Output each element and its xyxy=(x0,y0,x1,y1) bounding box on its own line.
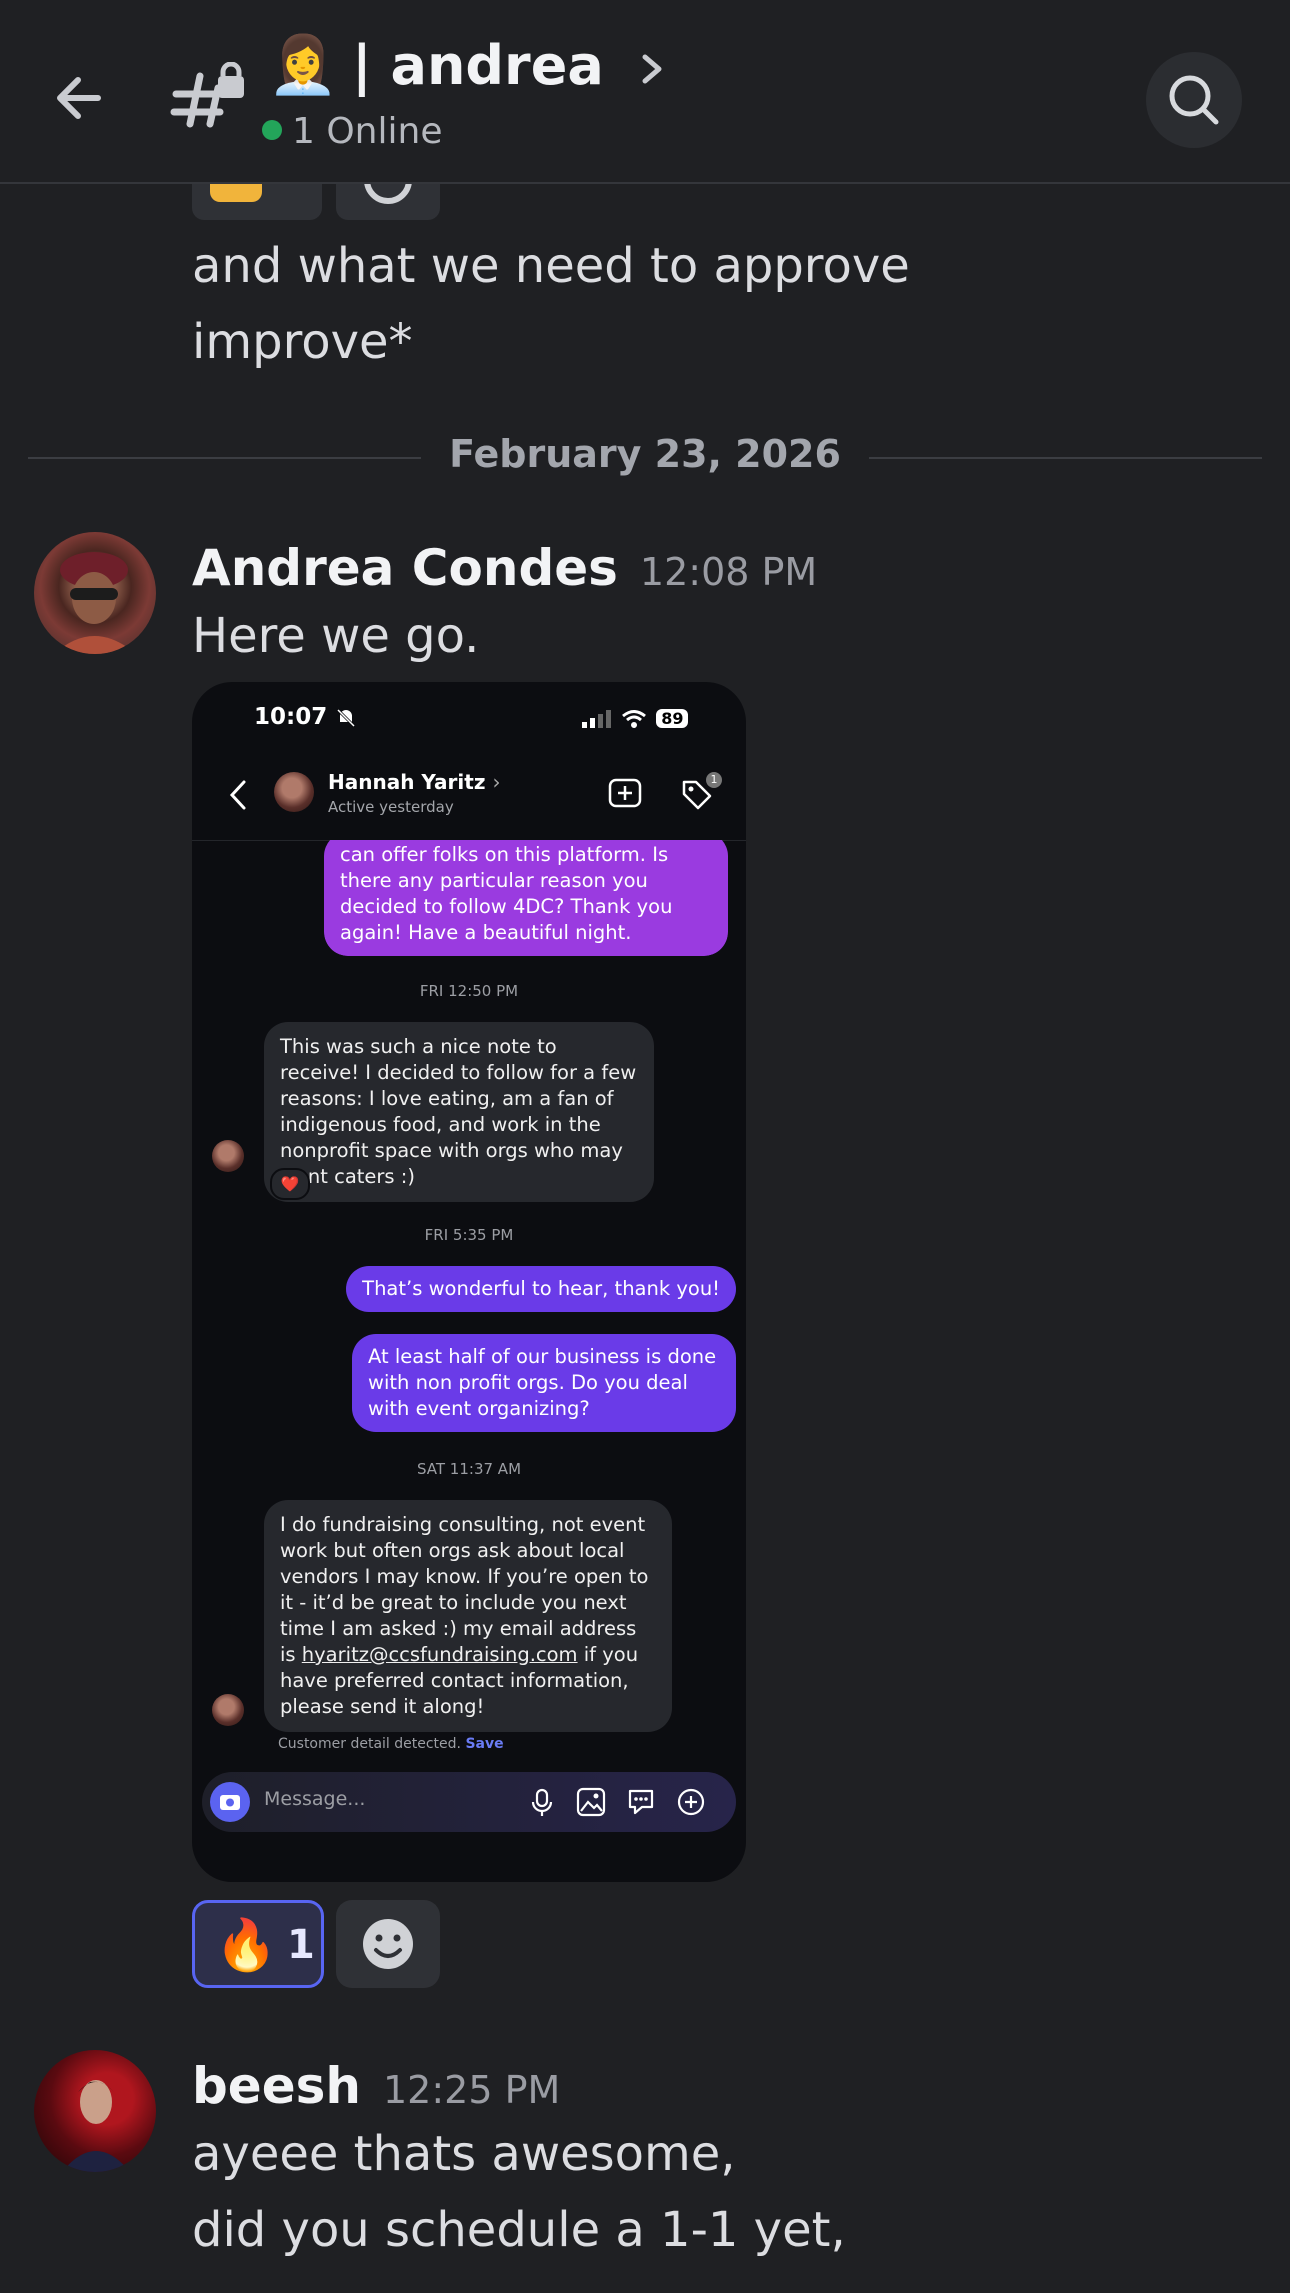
private-channel-hash-lock-icon xyxy=(170,61,250,134)
status-icons: 89 xyxy=(582,708,689,729)
avatar[interactable] xyxy=(34,532,156,654)
author-name[interactable]: beesh xyxy=(192,2057,361,2115)
chat-timestamp: FRI 12:50 PM xyxy=(419,982,519,1000)
reaction-count: 1 xyxy=(287,1922,315,1968)
chat-timestamp: SAT 11:37 AM xyxy=(416,1460,522,1478)
chevron-right-icon: › xyxy=(492,770,501,794)
chevron-right-icon xyxy=(642,54,662,84)
back-chevron-icon[interactable] xyxy=(226,778,250,812)
chat-bubble-outgoing: At least half of our business is done wi… xyxy=(352,1334,736,1432)
contact-avatar-small xyxy=(212,1140,244,1172)
status-time: 10:07 xyxy=(254,704,357,730)
plus-circle-icon[interactable] xyxy=(676,1787,706,1817)
tag-badge: 1 xyxy=(706,772,722,788)
battery-icon: 89 xyxy=(656,709,689,728)
detected-notice: Customer detail detected. Save xyxy=(278,1736,504,1752)
message-line: ayeee thats awesome, xyxy=(192,2126,736,2182)
chat-bubble-outgoing: can offer folks on this platform. Is the… xyxy=(324,840,728,956)
fire-emoji: 🔥 xyxy=(215,1916,278,1974)
channel-header: 👩‍💼 | andrea 1 Online xyxy=(0,0,1290,184)
avatar[interactable] xyxy=(34,2050,156,2172)
message-timestamp: 12:25 PM xyxy=(382,2068,561,2112)
chat-bubble-outgoing: That’s wonderful to hear, thank you! xyxy=(346,1266,736,1312)
message-line: did you schedule a 1-1 yet, xyxy=(192,2202,846,2258)
email-link[interactable]: hyaritz@ccsfundraising.com xyxy=(302,1643,578,1666)
message-composer[interactable]: Message... xyxy=(202,1772,736,1832)
image-attachment[interactable]: 10:07 89 Hannah Yaritz › Active yesterda… xyxy=(192,682,746,1882)
chat-bubble-clip: can offer folks on this platform. Is the… xyxy=(324,840,728,956)
chat-bubble-incoming: This was such a nice note to receive! I … xyxy=(264,1022,654,1202)
microphone-icon[interactable] xyxy=(528,1788,556,1818)
search-icon xyxy=(1169,75,1219,125)
message-timestamp: 12:08 PM xyxy=(639,550,818,594)
reaction-fire[interactable]: 🔥 1 xyxy=(192,1900,324,1988)
add-reaction-button[interactable] xyxy=(336,1900,440,1988)
chat-bubble-incoming: I do fundraising consulting, not event w… xyxy=(264,1500,672,1732)
bell-slash-icon xyxy=(337,708,356,727)
back-arrow-icon[interactable] xyxy=(48,62,120,134)
online-count: 1 Online xyxy=(262,110,442,154)
author-name[interactable]: Andrea Condes xyxy=(192,539,618,597)
date-divider: February 23, 2026 xyxy=(0,432,1290,476)
contact-avatar-small xyxy=(212,1694,244,1726)
channel-emoji: 👩‍💼 xyxy=(268,33,338,98)
sticker-icon[interactable] xyxy=(626,1787,656,1817)
chat-timestamp: FRI 5:35 PM xyxy=(424,1226,514,1244)
signal-icon xyxy=(582,709,611,728)
contact-avatar[interactable] xyxy=(274,772,314,812)
search-button[interactable] xyxy=(1146,52,1242,148)
camera-icon[interactable] xyxy=(210,1782,250,1822)
image-icon[interactable] xyxy=(576,1787,606,1817)
wifi-icon xyxy=(622,709,647,728)
heart-reaction: ❤️ xyxy=(270,1168,310,1200)
add-reaction-smiley-icon xyxy=(363,1919,413,1969)
online-dot-icon xyxy=(262,120,282,140)
save-link[interactable]: Save xyxy=(465,1736,503,1752)
contact-name[interactable]: Hannah Yaritz › xyxy=(328,770,500,794)
video-call-icon[interactable] xyxy=(608,778,642,808)
message-line: and what we need to approve xyxy=(192,238,910,294)
message-text: Here we go. xyxy=(192,608,480,664)
message-input[interactable]: Message... xyxy=(264,1788,365,1810)
contact-status: Active yesterday xyxy=(328,798,454,816)
channel-title[interactable]: | andrea xyxy=(352,32,667,100)
message-line: improve* xyxy=(192,314,413,370)
